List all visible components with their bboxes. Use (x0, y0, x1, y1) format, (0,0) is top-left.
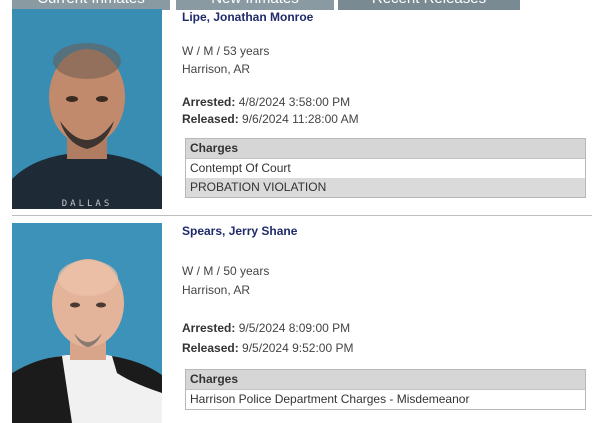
charges-table: Charges Harrison Police Department Charg… (185, 369, 586, 410)
location: Harrison, AR (182, 62, 251, 76)
demographics: W / M / 50 years (182, 264, 270, 278)
release-record: DALLAS Lipe, Jonathan Monroe W / M / 53 … (0, 0, 592, 215)
svg-text:S: S (48, 399, 60, 420)
charges-header: Charges (186, 370, 585, 390)
released-line: Released: 9/5/2024 9:52:00 PM (182, 341, 353, 355)
inmate-name-link[interactable]: Spears, Jerry Shane (182, 224, 297, 238)
mugshot-photo[interactable]: S (12, 223, 162, 423)
released-value: 9/6/2024 11:28:00 AM (242, 112, 359, 126)
arrested-label: Arrested: (182, 321, 236, 335)
released-value: 9/5/2024 9:52:00 PM (242, 341, 354, 355)
charge-row: Harrison Police Department Charges - Mis… (190, 392, 470, 406)
inmate-name-link[interactable]: Lipe, Jonathan Monroe (182, 10, 313, 24)
demographics: W / M / 53 years (182, 44, 270, 58)
charges-header: Charges (186, 139, 585, 159)
released-label: Released: (182, 341, 239, 355)
arrested-value: 4/8/2024 3:58:00 PM (238, 95, 351, 109)
arrested-label: Arrested: (182, 95, 236, 109)
arrested-line: Arrested: 9/5/2024 8:09:00 PM (182, 321, 350, 335)
charge-row: Contempt Of Court (190, 161, 291, 175)
release-record: S Spears, Jerry Shane W / M / 50 years H… (0, 216, 592, 423)
released-line: Released: 9/6/2024 11:28:00 AM (182, 112, 359, 126)
released-label: Released: (182, 112, 239, 126)
mugshot-photo[interactable]: DALLAS (12, 9, 162, 209)
location: Harrison, AR (182, 283, 251, 297)
shirt-text: DALLAS (62, 199, 113, 209)
arrested-value: 9/5/2024 8:09:00 PM (238, 321, 351, 335)
arrested-line: Arrested: 4/8/2024 3:58:00 PM (182, 95, 350, 109)
charges-table: Charges Contempt Of Court PROBATION VIOL… (185, 138, 586, 198)
charge-row: PROBATION VIOLATION (186, 178, 585, 197)
